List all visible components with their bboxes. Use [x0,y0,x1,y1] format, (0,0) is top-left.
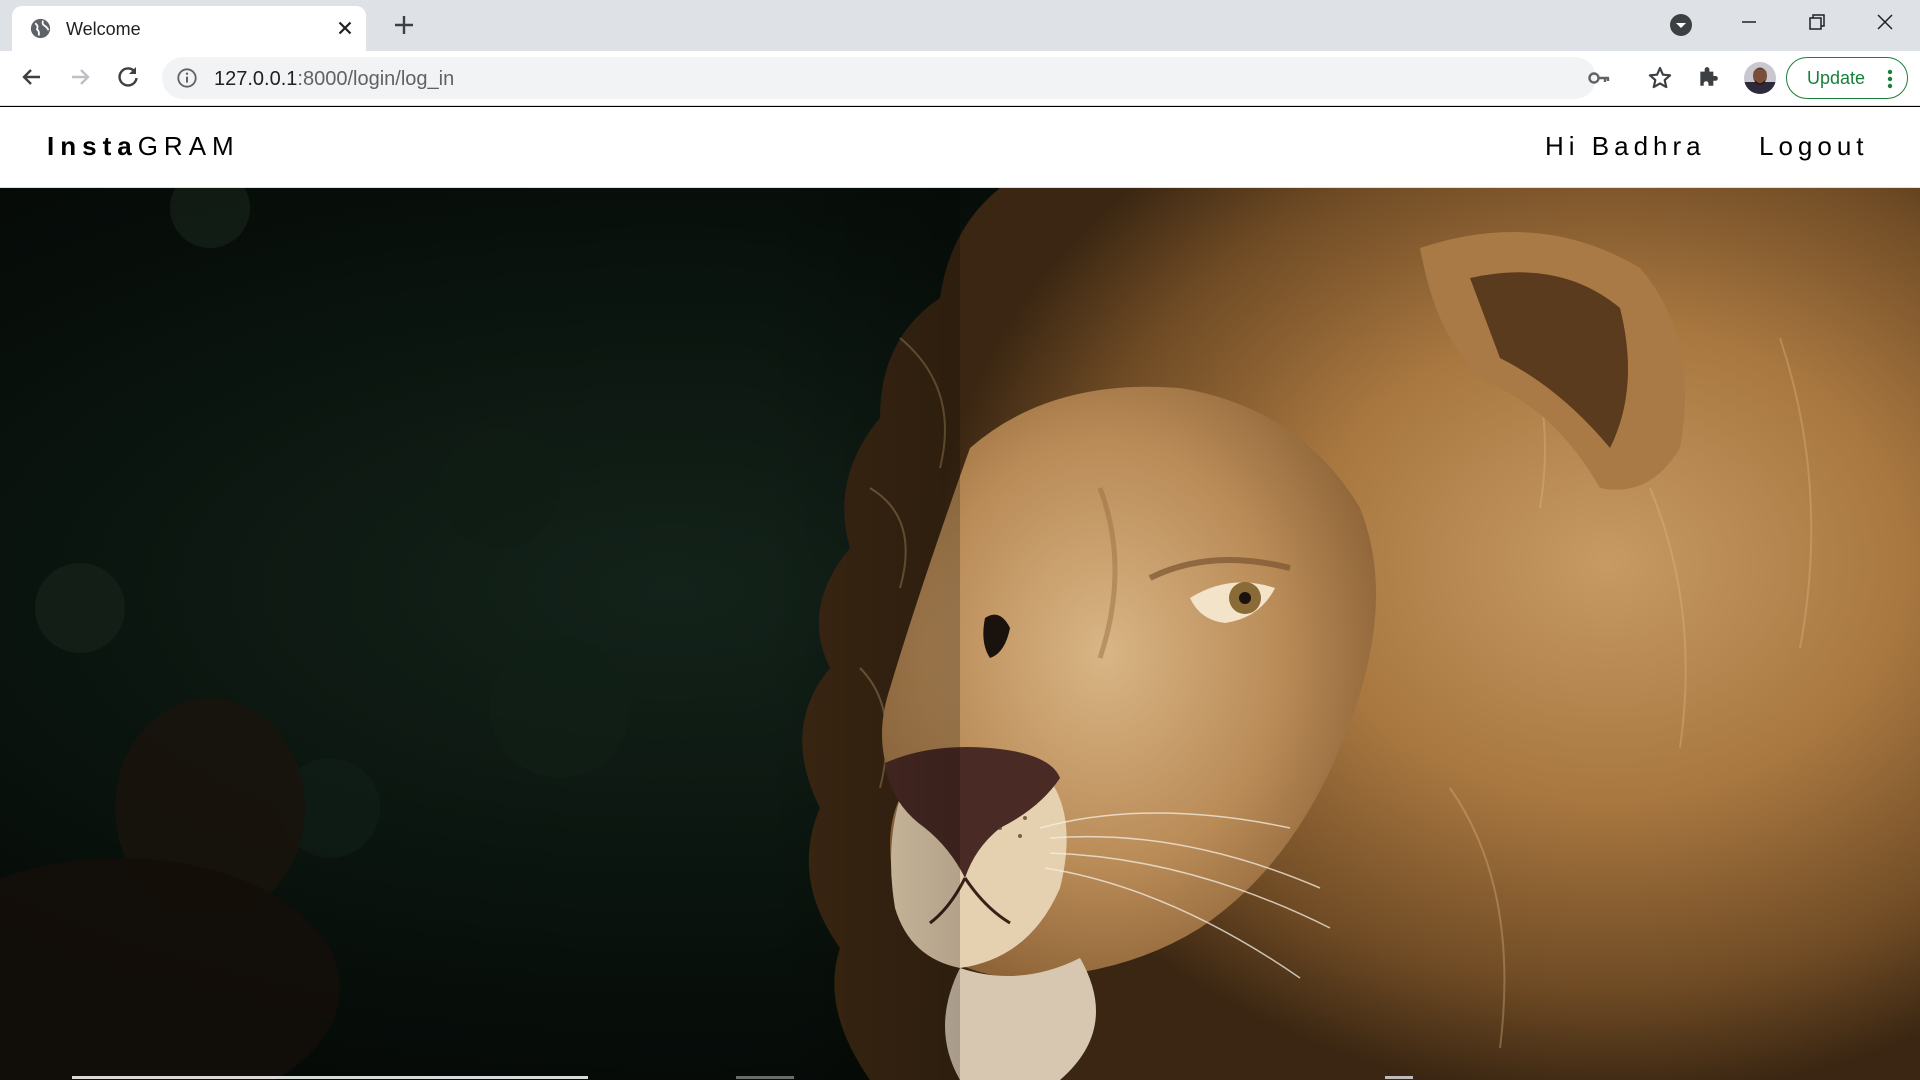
browser-toolbar: 127.0.0.1:8000/login/log_in Update [0,51,1920,106]
forward-icon[interactable] [66,63,94,91]
lion-photo [0,188,1920,1080]
restore-icon[interactable] [1802,10,1832,34]
update-button[interactable]: Update [1786,57,1908,99]
url-text[interactable]: 127.0.0.1:8000/login/log_in [214,68,454,91]
tab-title: Welcome [66,19,141,39]
url-path: :8000/login/log_in [297,68,455,90]
hero-image [0,188,1920,1080]
brand-bold: Insta [47,131,138,161]
scroll-indicator-lines [72,1076,1413,1079]
web-page: InstaGRAM Hi Badhra Logout [0,107,1920,1080]
back-icon[interactable] [18,63,46,91]
update-label: Update [1807,68,1866,88]
tab-strip: Welcome [0,0,1920,51]
new-tab-icon[interactable] [392,13,416,37]
profile-avatar[interactable] [1744,62,1776,94]
user-greeting-link[interactable]: Hi Badhra [1545,131,1706,162]
tab-search-icon[interactable] [1669,13,1693,37]
site-logo[interactable]: InstaGRAM [47,131,240,162]
browser-tab[interactable]: Welcome [12,6,366,51]
address-bar[interactable]: 127.0.0.1:8000/login/log_in [162,57,1672,99]
site-navbar: InstaGRAM Hi Badhra Logout [0,107,1920,188]
menu-dots-icon[interactable] [1886,68,1894,90]
reload-icon[interactable] [114,63,142,91]
extensions-puzzle-icon[interactable] [1696,63,1722,89]
bookmark-star-icon[interactable] [1647,65,1673,91]
key-icon[interactable] [1587,66,1611,90]
close-window-icon[interactable] [1870,10,1900,34]
avatar-image [1744,62,1776,94]
close-tab-icon[interactable] [334,17,356,39]
site-info-icon[interactable] [176,67,198,89]
brand-light: GRAM [137,131,240,161]
logout-link[interactable]: Logout [1759,131,1869,162]
url-host: 127.0.0.1 [214,68,298,90]
minimize-icon[interactable] [1734,10,1764,34]
globe-icon [30,18,51,39]
